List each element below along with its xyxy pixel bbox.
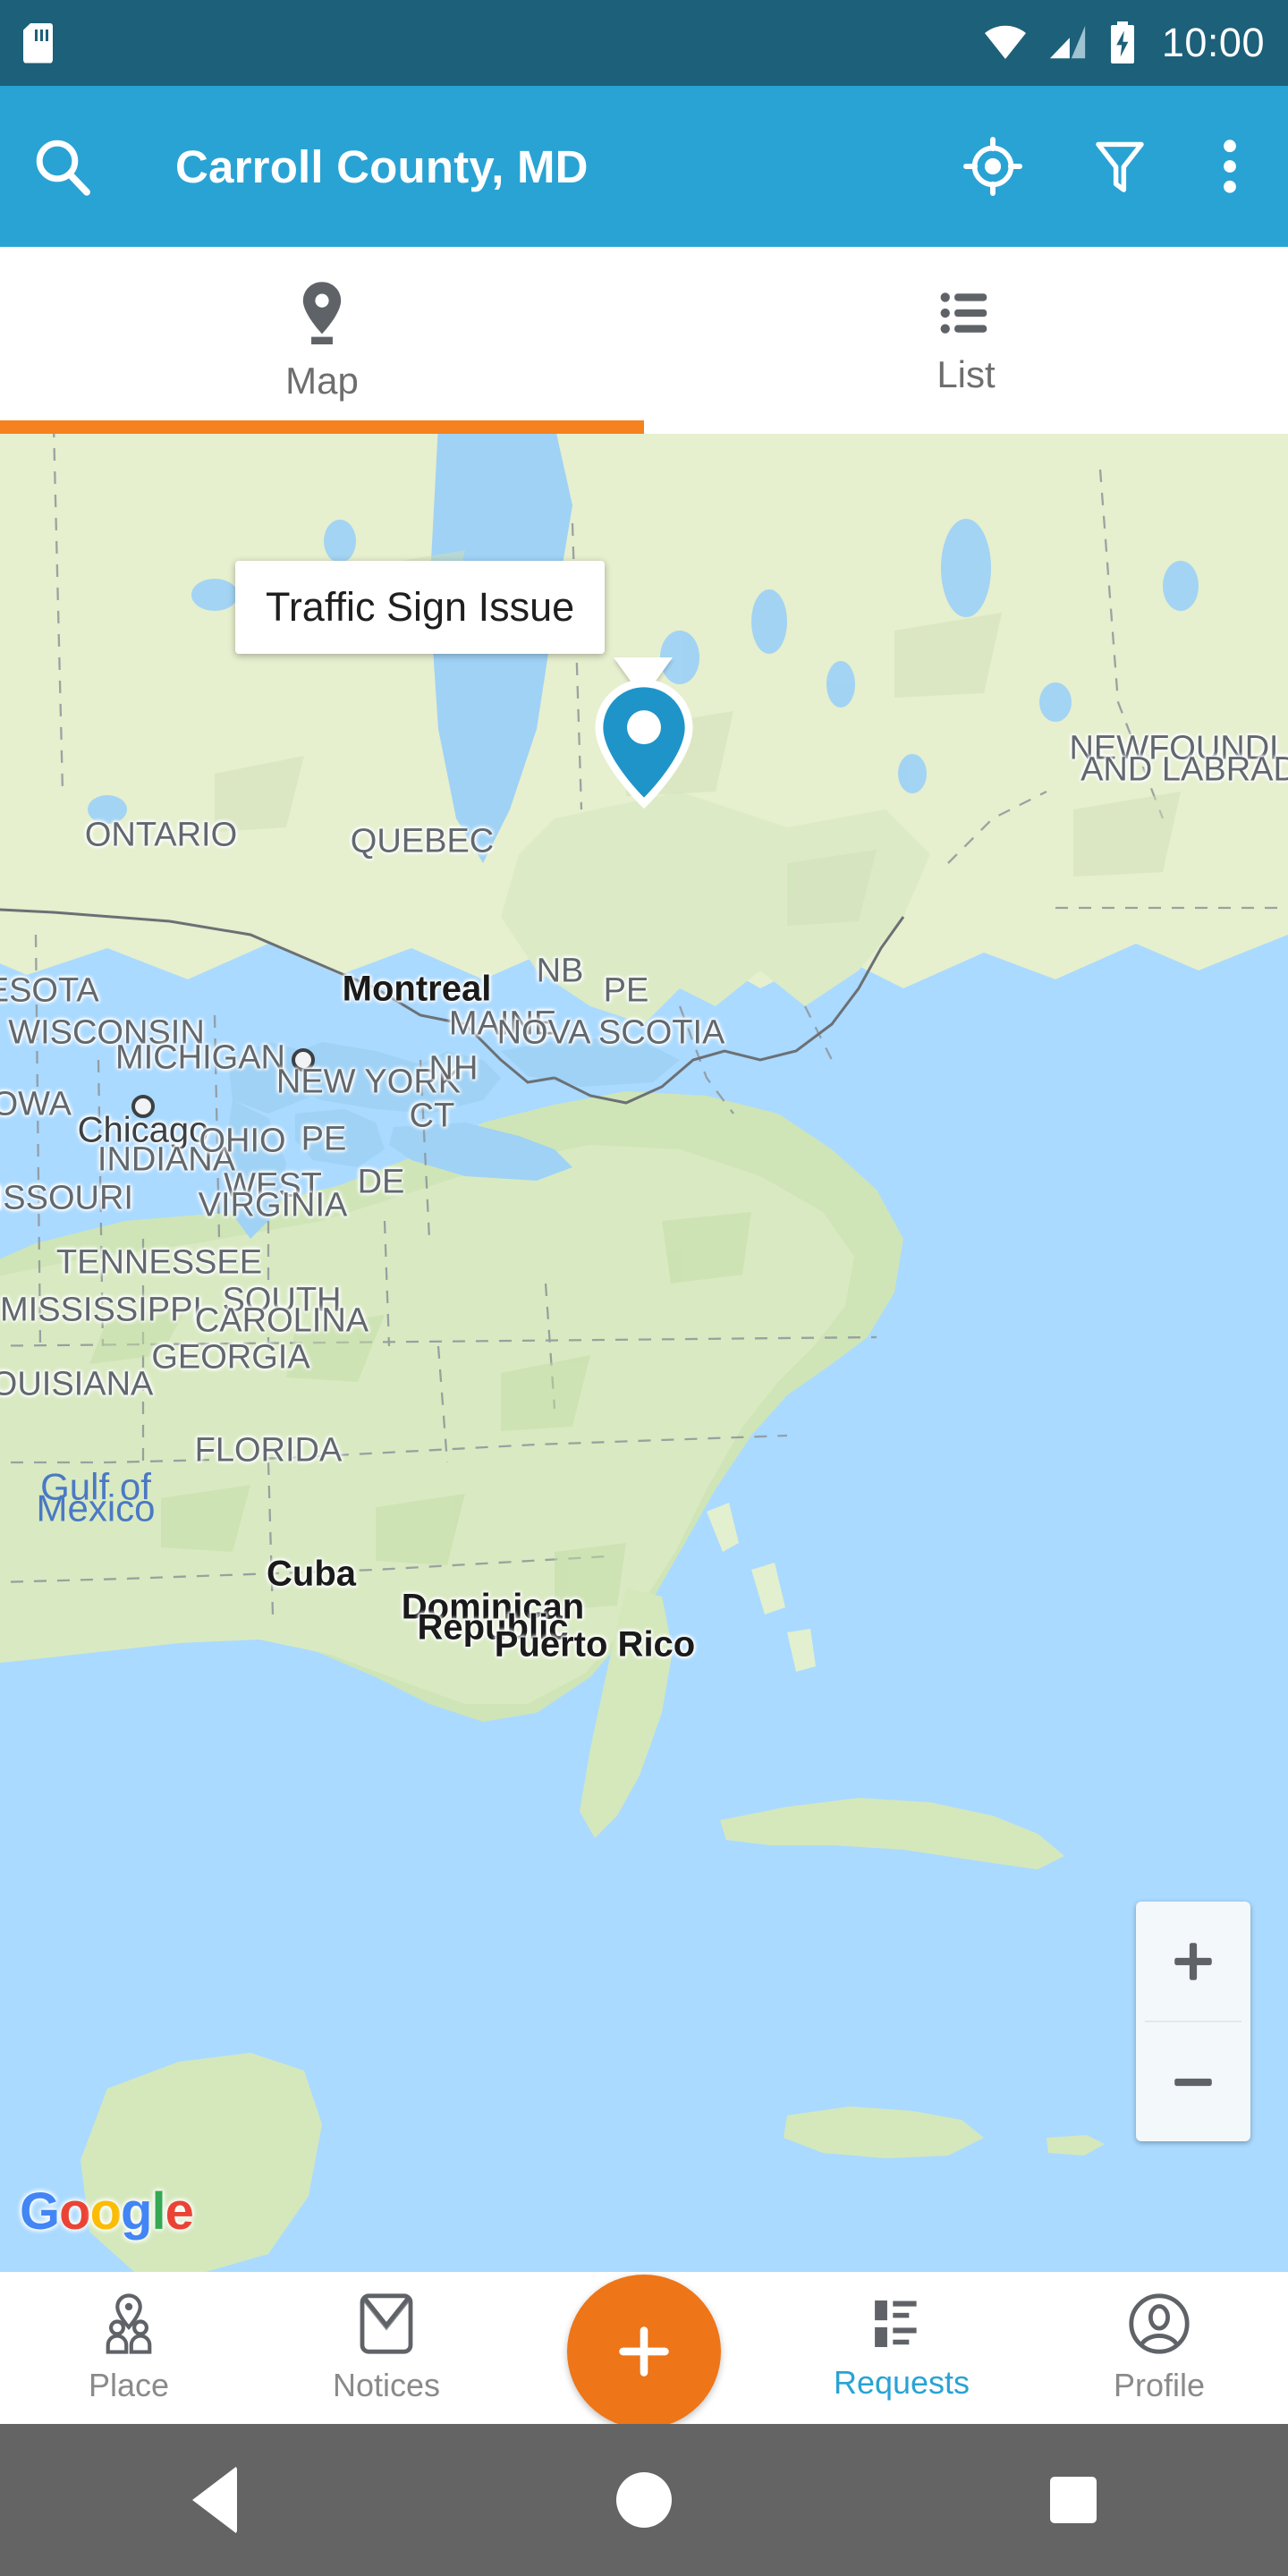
my-location-icon[interactable] [962, 136, 1023, 197]
status-bar-left [23, 22, 53, 64]
tab-map-label: Map [285, 359, 359, 402]
more-vert-icon[interactable] [1216, 134, 1243, 199]
map-marker-traffic-sign-issue[interactable] [585, 674, 703, 821]
tab-list[interactable]: List [644, 247, 1288, 434]
requests-list-icon [875, 2300, 917, 2348]
list-icon [940, 292, 987, 334]
location-pin-icon [302, 281, 342, 344]
nav-item-requests[interactable]: Requests [773, 2272, 1030, 2424]
system-home-button[interactable] [564, 2424, 724, 2576]
zoom-in-button[interactable] [1136, 1902, 1250, 2021]
nav-item-profile[interactable]: Profile [1030, 2272, 1288, 2424]
zoom-out-button[interactable] [1136, 2022, 1250, 2141]
plus-icon [619, 2326, 669, 2377]
tab-bar: Map List [0, 247, 1288, 434]
map-zoom-controls [1136, 1902, 1250, 2141]
google-logo-letter: g [121, 2182, 152, 2241]
nav-item-requests-label: Requests [833, 2364, 970, 2401]
google-logo-letter: G [20, 2182, 60, 2241]
add-request-fab[interactable] [567, 2275, 721, 2428]
page-title: Carroll County, MD [175, 140, 589, 192]
map-pin-icon [595, 679, 693, 809]
map-canvas[interactable]: ONTARIOQUEBECNEWFOUNDLANDAND LABRADORNES… [0, 434, 1288, 2272]
back-triangle-icon [192, 2466, 237, 2534]
home-circle-icon [616, 2472, 672, 2528]
city-dot [131, 1095, 155, 1118]
system-back-button[interactable] [134, 2424, 295, 2576]
envelope-icon [360, 2293, 413, 2354]
nav-item-place[interactable]: Place [0, 2272, 258, 2424]
google-logo-letter: o [59, 2182, 90, 2241]
wifi-icon [984, 25, 1026, 59]
recents-square-icon [1050, 2477, 1097, 2523]
nav-item-notices-label: Notices [332, 2367, 441, 2403]
sd-card-icon [23, 22, 53, 64]
google-logo-letter: e [165, 2182, 194, 2241]
status-bar-clock: 10:00 [1161, 20, 1265, 65]
battery-charging-icon [1110, 21, 1134, 64]
plus-icon [1174, 1942, 1212, 1980]
minus-icon [1174, 2078, 1212, 2086]
android-system-nav [0, 2424, 1288, 2576]
nav-item-place-label: Place [88, 2367, 170, 2403]
tab-indicator [0, 420, 644, 434]
marker-info-window[interactable]: Traffic Sign Issue [235, 561, 606, 654]
city-dot [292, 1048, 315, 1072]
system-recents-button[interactable] [993, 2424, 1154, 2576]
google-logo: Google [20, 2182, 194, 2241]
google-logo-letter: l [151, 2182, 165, 2241]
tab-list-label: List [936, 352, 996, 395]
person-circle-icon [1129, 2293, 1190, 2354]
phone-screen: 10:00 Carroll County, MD Map List ONTARI… [0, 0, 1288, 2576]
status-bar-right: 10:00 [983, 20, 1265, 66]
cellular-signal-icon [1049, 25, 1086, 59]
place-people-icon [106, 2293, 152, 2354]
nav-item-notices[interactable]: Notices [258, 2272, 515, 2424]
app-bar-actions [962, 134, 1258, 199]
google-logo-letter: o [89, 2182, 122, 2241]
status-bar: 10:00 [0, 0, 1288, 86]
search-icon[interactable] [30, 134, 95, 199]
nav-item-profile-label: Profile [1113, 2367, 1206, 2403]
marker-info-title: Traffic Sign Issue [266, 584, 575, 630]
tab-map[interactable]: Map [0, 247, 644, 434]
app-bar: Carroll County, MD [0, 86, 1288, 247]
filter-icon[interactable] [1093, 136, 1147, 197]
